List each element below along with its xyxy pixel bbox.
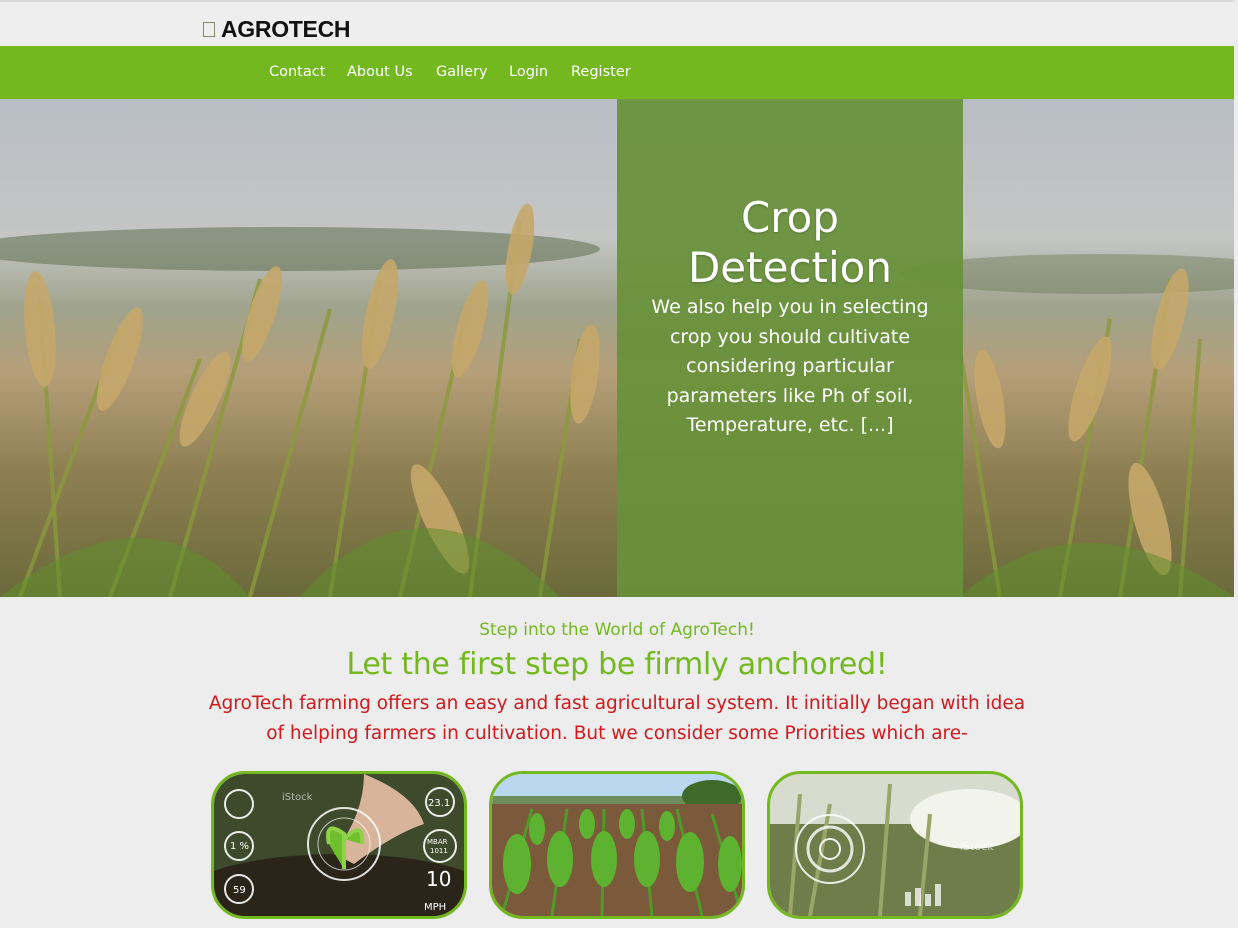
nav-register[interactable]: Register	[571, 64, 631, 80]
smart-farming-image: 23.1 MBAR 1011 1 % 59 10 MPH iStock	[214, 774, 464, 916]
priority-card-cultivation[interactable]	[489, 771, 745, 919]
svg-text:59: 59	[233, 885, 246, 896]
tech-wheat-image: iStock	[770, 774, 1020, 916]
svg-text:1 %: 1 %	[230, 841, 249, 852]
nav-gallery[interactable]: Gallery	[436, 64, 488, 80]
svg-text:MPH: MPH	[424, 902, 446, 913]
top-header: AGROTECH	[0, 0, 1234, 46]
brand-logo[interactable]: AGROTECH	[203, 16, 351, 43]
svg-text:iStock: iStock	[960, 840, 994, 853]
main-navbar: Contact About Us Gallery Login Register	[0, 46, 1234, 99]
hero-banner: Crop Detection We also help you in select…	[0, 99, 1234, 597]
corn-field-image	[492, 774, 742, 916]
intro-text: AgroTech farming offers an easy and fast…	[208, 693, 1026, 744]
priority-card-technology[interactable]: iStock	[767, 771, 1023, 919]
brand-name: AGROTECH	[221, 16, 351, 42]
nav-login[interactable]: Login	[509, 64, 548, 80]
svg-text:MBAR: MBAR	[427, 838, 448, 846]
priority-card-smart-farming[interactable]: 23.1 MBAR 1011 1 % 59 10 MPH iStock	[211, 771, 467, 919]
nav-about-us[interactable]: About Us	[347, 64, 413, 80]
hero-title: Crop Detection	[687, 193, 893, 292]
svg-text:10: 10	[426, 867, 451, 891]
hero-description: We also help you in selecting crop you s…	[651, 296, 929, 436]
intro-subtitle: Step into the World of AgroTech!	[479, 620, 755, 640]
leaf-icon	[203, 22, 215, 37]
hero-info-panel: Crop Detection We also help you in select…	[617, 99, 963, 597]
svg-text:iStock: iStock	[282, 792, 313, 803]
svg-text:23.1: 23.1	[428, 798, 450, 809]
svg-text:1011: 1011	[430, 847, 448, 855]
intro-section: Step into the World of AgroTech! Let the…	[0, 618, 1234, 749]
intro-heading: Let the first step be firmly anchored!	[346, 647, 888, 682]
nav-contact[interactable]: Contact	[269, 64, 325, 80]
